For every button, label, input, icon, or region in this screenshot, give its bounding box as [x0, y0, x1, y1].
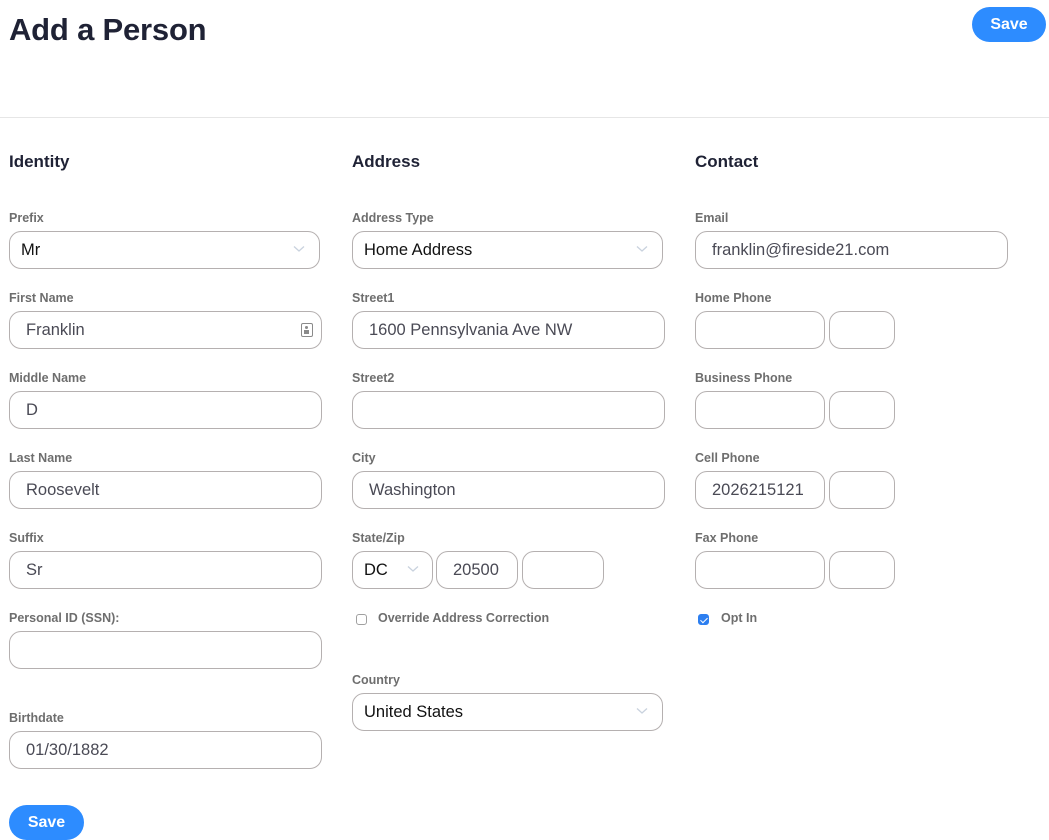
suffix-label: Suffix: [9, 531, 44, 545]
chevron-down-icon: [636, 246, 648, 252]
address-type-select[interactable]: Home Address: [352, 231, 663, 269]
country-label: Country: [352, 673, 400, 687]
last-name-label: Last Name: [9, 451, 73, 465]
birthdate-value: 01/30/1882: [26, 740, 109, 759]
email-label: Email: [695, 211, 729, 225]
prefix-value: Mr: [21, 240, 41, 259]
middle-name-input[interactable]: D: [9, 391, 322, 429]
middle-name-value: D: [26, 400, 38, 419]
street2-input[interactable]: [352, 391, 665, 429]
chevron-down-icon: [407, 566, 419, 572]
personal-id-input[interactable]: [9, 631, 322, 669]
state-value: DC: [364, 560, 388, 579]
street1-input[interactable]: 1600 Pennsylvania Ave NW: [352, 311, 665, 349]
street2-label: Street2: [352, 371, 395, 385]
state-select[interactable]: DC: [352, 551, 433, 589]
middle-name-label: Middle Name: [9, 371, 87, 385]
address-title: Address: [352, 152, 421, 171]
zip-value: 20500: [453, 560, 499, 579]
fax-phone-label: Fax Phone: [695, 531, 759, 545]
city-label: City: [352, 451, 376, 465]
fax-phone-ext-input[interactable]: [829, 551, 895, 589]
first-name-value: Franklin: [26, 320, 85, 339]
country-value: United States: [364, 702, 464, 721]
email-value: franklin@fireside21.com: [712, 240, 890, 259]
cell-phone-value: 2026215121: [712, 480, 804, 499]
last-name-input[interactable]: Roosevelt: [9, 471, 322, 509]
business-phone-label: Business Phone: [695, 371, 793, 385]
override-address-correction-label: Override Address Correction: [378, 611, 550, 625]
chevron-down-icon: [636, 708, 648, 714]
business-phone-input[interactable]: [695, 391, 825, 429]
city-value: Washington: [369, 480, 456, 499]
override-address-correction-checkbox[interactable]: [356, 614, 367, 625]
contact-title: Contact: [695, 152, 759, 171]
zip-ext-input[interactable]: [522, 551, 604, 589]
address-type-value: Home Address: [364, 240, 473, 259]
state-zip-label: State/Zip: [352, 531, 405, 545]
home-phone-ext-input[interactable]: [829, 311, 895, 349]
last-name-value: Roosevelt: [26, 480, 100, 499]
home-phone-label: Home Phone: [695, 291, 772, 305]
opt-in-label: Opt In: [721, 611, 758, 625]
street1-label: Street1: [352, 291, 395, 305]
birthdate-label: Birthdate: [9, 711, 64, 725]
personal-id-label: Personal ID (SSN):: [9, 611, 120, 625]
first-name-input[interactable]: Franklin: [9, 311, 322, 349]
chevron-down-icon: [293, 246, 305, 252]
cell-phone-input[interactable]: 2026215121: [695, 471, 825, 509]
home-phone-input[interactable]: [695, 311, 825, 349]
address-type-label: Address Type: [352, 211, 434, 225]
city-input[interactable]: Washington: [352, 471, 665, 509]
save-button-top[interactable]: Save: [972, 7, 1046, 42]
prefix-label: Prefix: [9, 211, 44, 225]
birthdate-input[interactable]: 01/30/1882: [9, 731, 322, 769]
contact-card-icon[interactable]: [301, 323, 313, 337]
identity-title: Identity: [9, 152, 70, 171]
page-title: Add a Person: [9, 12, 207, 47]
country-select[interactable]: United States: [352, 693, 663, 731]
zip-input[interactable]: 20500: [436, 551, 518, 589]
suffix-input[interactable]: Sr: [9, 551, 322, 589]
street1-value: 1600 Pennsylvania Ave NW: [369, 320, 573, 339]
header-divider: [0, 117, 1049, 118]
cell-phone-ext-input[interactable]: [829, 471, 895, 509]
business-phone-ext-input[interactable]: [829, 391, 895, 429]
email-input[interactable]: franklin@fireside21.com: [695, 231, 1008, 269]
fax-phone-input[interactable]: [695, 551, 825, 589]
save-button-bottom[interactable]: Save: [9, 805, 84, 840]
first-name-label: First Name: [9, 291, 74, 305]
cell-phone-label: Cell Phone: [695, 451, 760, 465]
opt-in-checkbox[interactable]: [698, 614, 709, 625]
suffix-value: Sr: [26, 560, 43, 579]
prefix-select[interactable]: Mr: [9, 231, 320, 269]
